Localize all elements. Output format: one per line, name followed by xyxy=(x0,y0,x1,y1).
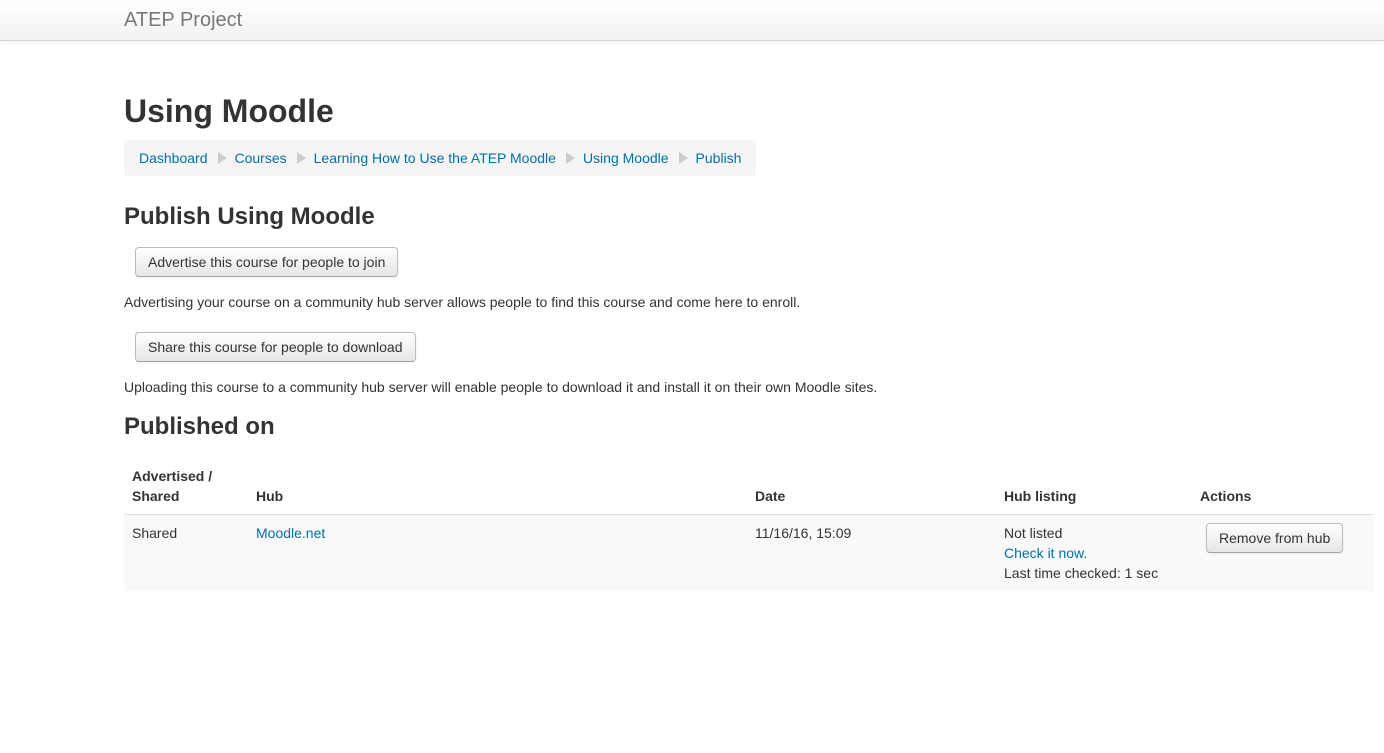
page-title: Using Moodle xyxy=(124,93,334,129)
site-brand-link[interactable]: ATEP Project xyxy=(124,9,242,31)
column-header-line: Advertised / xyxy=(132,468,213,484)
column-header-hub: Hub xyxy=(248,462,747,515)
remove-from-hub-button[interactable]: Remove from hub xyxy=(1206,523,1344,553)
breadcrumb-item-course[interactable]: Learning How to Use the ATEP Moodle xyxy=(314,150,556,166)
column-header-advertised-shared: Advertised / Shared xyxy=(124,462,248,515)
breadcrumb-item-courses[interactable]: Courses xyxy=(235,150,287,166)
breadcrumb-separator-icon xyxy=(217,152,227,164)
column-header-actions: Actions xyxy=(1192,462,1374,515)
breadcrumb-item-publish[interactable]: Publish xyxy=(696,150,742,166)
breadcrumb-separator-icon xyxy=(678,152,688,164)
cell-actions: Remove from hub xyxy=(1192,514,1374,591)
cell-hub-listing: Not listed Check it now. Last time check… xyxy=(996,514,1192,591)
listing-status: Not listed xyxy=(1004,525,1063,541)
cell-type: Shared xyxy=(124,514,248,591)
table-header-row: Advertised / Shared Hub Date Hub listing… xyxy=(124,462,1374,515)
share-description: Uploading this course to a community hub… xyxy=(124,379,878,395)
breadcrumb-separator-icon xyxy=(296,152,306,164)
column-header-hub-listing: Hub listing xyxy=(996,462,1192,515)
last-checked-text: Last time checked: 1 sec xyxy=(1004,565,1159,581)
table-row: Shared Moodle.net 11/16/16, 15:09 Not li… xyxy=(124,514,1374,591)
share-course-button[interactable]: Share this course for people to download xyxy=(135,332,416,362)
breadcrumb-separator-icon xyxy=(565,152,575,164)
advertise-course-button[interactable]: Advertise this course for people to join xyxy=(135,247,399,277)
published-on-heading: Published on xyxy=(124,413,275,440)
hub-link[interactable]: Moodle.net xyxy=(256,525,325,541)
column-header-line: Shared xyxy=(132,488,180,504)
top-navbar: ATEP Project xyxy=(0,0,1384,41)
column-header-date: Date xyxy=(747,462,996,515)
published-hubs-table: Advertised / Shared Hub Date Hub listing… xyxy=(124,462,1374,591)
cell-date: 11/16/16, 15:09 xyxy=(747,514,996,591)
breadcrumb-item-section[interactable]: Using Moodle xyxy=(583,150,669,166)
advertise-description: Advertising your course on a community h… xyxy=(124,294,801,310)
breadcrumb-item-dashboard[interactable]: Dashboard xyxy=(139,150,208,166)
breadcrumb: Dashboard Courses Learning How to Use th… xyxy=(124,140,757,176)
cell-hub: Moodle.net xyxy=(248,514,747,591)
check-now-link[interactable]: Check it now. xyxy=(1004,545,1087,561)
publish-heading: Publish Using Moodle xyxy=(124,203,375,230)
